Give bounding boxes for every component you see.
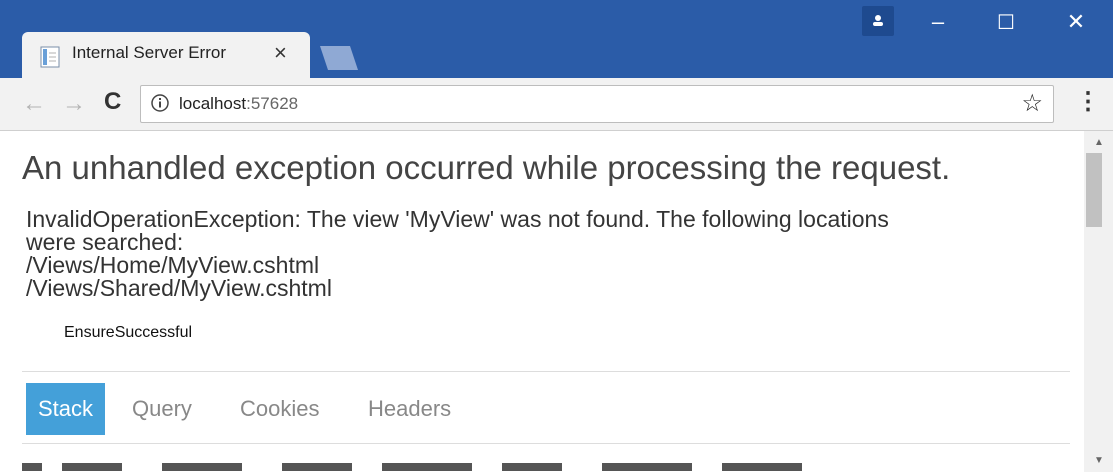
star-icon[interactable]: ☆: [1021, 89, 1043, 118]
page-heading: An unhandled exception occurred while pr…: [22, 149, 951, 186]
address-host: localhost: [179, 94, 247, 113]
exception-location: /Views/Shared/MyView.cshtml: [26, 275, 332, 301]
close-window-button[interactable]: ✕: [1048, 0, 1104, 44]
divider: [22, 371, 1070, 372]
tab-cookies[interactable]: Cookies: [232, 383, 327, 435]
exception-message: InvalidOperationException: The view 'MyV…: [26, 208, 1056, 300]
scroll-down-icon[interactable]: ▼: [1094, 455, 1104, 466]
profile-button[interactable]: [862, 6, 894, 36]
exception-line: InvalidOperationException: The view 'MyV…: [26, 206, 889, 232]
address-bar[interactable]: localhost:57628 ☆: [140, 85, 1054, 123]
tab-close-button[interactable]: ×: [274, 40, 287, 66]
kebab-menu-icon[interactable]: ⋮: [1076, 87, 1100, 116]
tab-title: Internal Server Error: [72, 43, 226, 62]
new-tab-icon[interactable]: [316, 44, 360, 72]
forward-button[interactable]: →: [62, 90, 86, 118]
document-icon: [40, 46, 60, 68]
reload-button[interactable]: C: [104, 88, 121, 116]
page-content: An unhandled exception occurred while pr…: [0, 131, 1084, 472]
tab-stack[interactable]: Stack: [26, 383, 106, 435]
scroll-thumb[interactable]: [1086, 153, 1102, 227]
address-port: :57628: [246, 94, 299, 113]
info-icon[interactable]: [151, 94, 169, 112]
browser-toolbar: ← → C localhost:57628 ☆ ⋮: [0, 78, 1113, 131]
clipped-text-line: [22, 463, 802, 471]
maximize-button[interactable]: ☐: [982, 0, 1030, 44]
exception-source: EnsureSuccessful: [64, 324, 193, 341]
tab-headers[interactable]: Headers: [360, 383, 459, 435]
tab-query[interactable]: Query: [124, 383, 200, 435]
exception-line: were searched:: [26, 229, 184, 255]
profile-icon: [873, 15, 883, 26]
address-url: localhost:57628: [179, 94, 298, 114]
exception-location: /Views/Home/MyView.cshtml: [26, 252, 320, 278]
scroll-up-icon[interactable]: ▲: [1094, 137, 1104, 148]
minimize-button[interactable]: –: [914, 0, 962, 44]
divider: [22, 443, 1070, 444]
back-button[interactable]: ←: [22, 90, 46, 118]
browser-tab[interactable]: Internal Server Error ×: [22, 32, 310, 78]
page-scrollbar[interactable]: ▲ ▼: [1084, 131, 1113, 472]
browser-titlebar: Internal Server Error × – ☐ ✕: [0, 0, 1113, 78]
